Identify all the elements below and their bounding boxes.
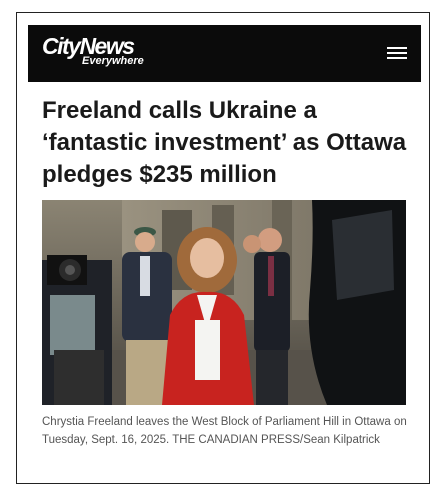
article-headline: Freeland calls Ukraine a ‘fantastic inve… bbox=[42, 97, 407, 188]
article-photo bbox=[42, 200, 406, 405]
photo-caption: Chrystia Freeland leaves the West Block … bbox=[42, 416, 407, 446]
site-header: CityNews Everywhere bbox=[28, 25, 421, 82]
hamburger-menu-icon[interactable] bbox=[387, 44, 407, 62]
article-card: CityNews Everywhere Freeland calls Ukrai… bbox=[16, 12, 430, 484]
citynews-logo[interactable]: CityNews Everywhere bbox=[42, 34, 144, 67]
logo-tagline: Everywhere bbox=[82, 55, 144, 67]
